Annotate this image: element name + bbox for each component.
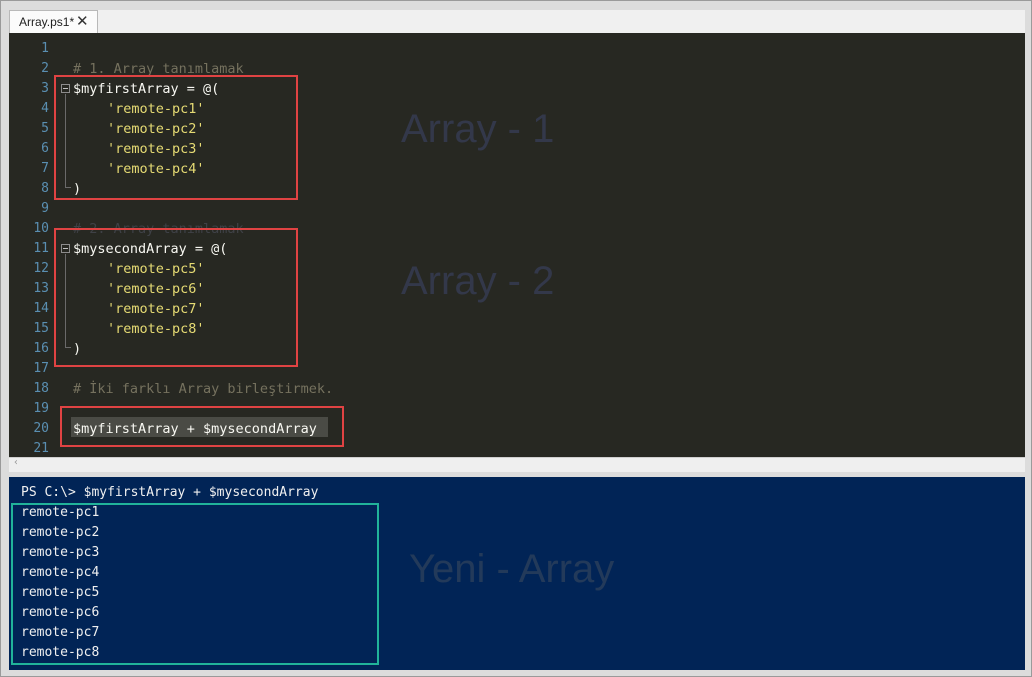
line-number: 12	[33, 261, 49, 276]
close-icon[interactable]: ✕	[76, 12, 89, 30]
window-frame: Array.ps1* ✕ 1 2 3 4 5 6 7 8 9 10 11 12 …	[0, 0, 1032, 677]
console-pane[interactable]: PS C:\> $myfirstArray + $mysecondArray r…	[9, 477, 1025, 670]
line-number: 14	[33, 301, 49, 316]
annotation-array-1: Array - 1	[401, 107, 555, 151]
code-comment: # İki farklı Array birleştirmek.	[73, 381, 334, 397]
annotation-array-2: Array - 2	[401, 259, 555, 303]
tab-strip: Array.ps1* ✕	[9, 10, 1025, 33]
line-number: 10	[33, 221, 49, 236]
pane-splitter[interactable]: ‹	[9, 457, 1025, 472]
scroll-left-icon[interactable]: ‹	[13, 457, 19, 468]
line-number: 1	[41, 41, 49, 56]
tab-array-ps1[interactable]: Array.ps1* ✕	[9, 10, 98, 33]
line-number: 20	[33, 421, 49, 436]
annotation-new-array: Yeni - Array	[409, 547, 615, 591]
line-number: 16	[33, 341, 49, 356]
tab-title: Array.ps1*	[19, 15, 75, 29]
highlight-box-merge	[60, 406, 344, 447]
line-number: 4	[41, 101, 49, 116]
line-number: 15	[33, 321, 49, 336]
line-number: 19	[33, 401, 49, 416]
line-number: 18	[33, 381, 49, 396]
line-number: 7	[41, 161, 49, 176]
line-number: 11	[33, 241, 49, 256]
line-number: 17	[33, 361, 49, 376]
highlight-box-output	[11, 503, 379, 665]
line-number: 5	[41, 121, 49, 136]
line-number: 6	[41, 141, 49, 156]
line-number: 9	[41, 201, 49, 216]
line-number: 21	[33, 441, 49, 456]
line-number: 3	[41, 81, 49, 96]
script-editor[interactable]: 1 2 3 4 5 6 7 8 9 10 11 12 13 14 15 16 1…	[9, 33, 1025, 457]
highlight-box-array-2	[54, 228, 298, 367]
highlight-box-array-1	[54, 75, 298, 200]
console-prompt: PS C:\> $myfirstArray + $mysecondArray	[21, 485, 319, 500]
line-number: 2	[41, 61, 49, 76]
line-number: 8	[41, 181, 49, 196]
line-number: 13	[33, 281, 49, 296]
